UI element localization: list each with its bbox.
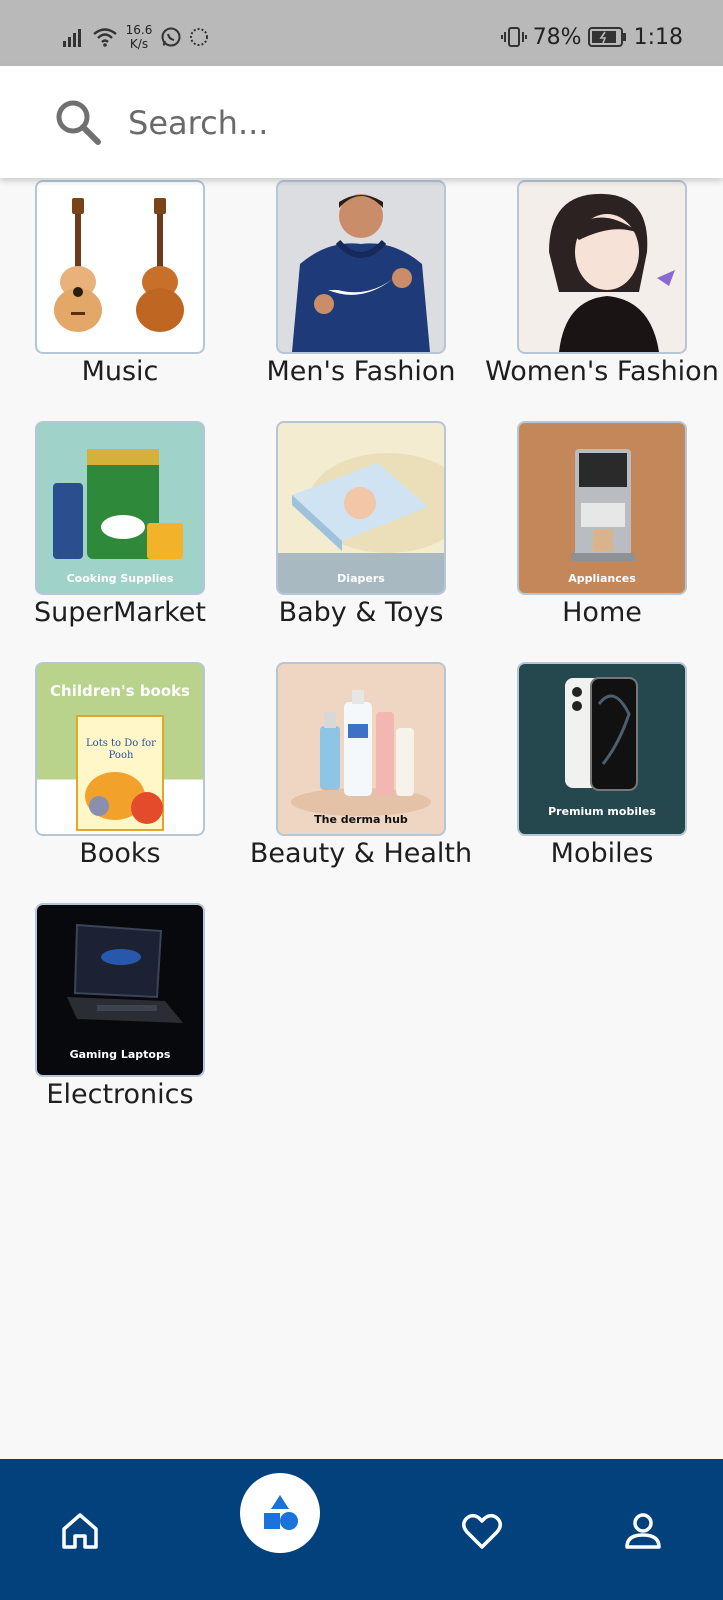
thumb-caption: Gaming Laptops (69, 1048, 171, 1061)
thumb-caption: The derma hub (314, 813, 408, 826)
signal-icon (63, 29, 81, 47)
whatsapp-icon (161, 27, 181, 47)
diapers-image: Diapers (276, 421, 446, 595)
category-mobiles[interactable]: Premium mobiles Mobiles (482, 660, 722, 880)
category-supermarket[interactable]: Cooking Supplies SuperMarket (0, 419, 240, 639)
search-bar (0, 66, 723, 178)
thumb-caption: Cooking Supplies (66, 572, 174, 585)
thumb-caption: Diapers (337, 572, 385, 585)
thumb-caption: Appliances (568, 572, 636, 585)
category-label: Baby & Toys (278, 597, 444, 628)
nav-favorites[interactable] (452, 1501, 512, 1561)
nav-profile[interactable] (613, 1501, 673, 1561)
girl-illustration-image (517, 180, 687, 354)
status-right: 78% 1:18 (500, 22, 683, 52)
home-icon (62, 1513, 98, 1549)
coffee-machine-image: Appliances (517, 421, 687, 595)
loading-dots-icon (190, 28, 208, 46)
category-electronics[interactable]: Gaming Laptops Electronics (0, 901, 240, 1121)
cosmetics-image: The derma hub (276, 662, 446, 836)
category-label: Men's Fashion (266, 356, 456, 387)
category-beauty-health[interactable]: The derma hub Beauty & Health (241, 660, 481, 880)
net-speed-value: 16.6 (125, 23, 153, 37)
profile-icon (625, 1513, 661, 1549)
categories-icon (264, 1495, 298, 1530)
nav-categories[interactable] (240, 1473, 320, 1553)
battery-icon (587, 27, 626, 47)
category-home[interactable]: Appliances Home (482, 419, 722, 639)
battery-percent: 78% (532, 24, 582, 50)
phone-image: Premium mobiles (517, 662, 687, 836)
nav-home[interactable] (50, 1501, 110, 1561)
thumb-caption: Premium mobiles (548, 805, 656, 818)
category-label: Mobiles (550, 838, 654, 869)
status-bar: 16.6 K/s 78% 1:18 (0, 0, 723, 66)
category-womens-fashion[interactable]: Women's Fashion (482, 178, 722, 398)
vibrate-icon (500, 27, 527, 47)
book-title: Lots to Do for Pooh (86, 738, 156, 761)
category-baby-toys[interactable]: Diapers Baby & Toys (241, 419, 481, 639)
category-label: Women's Fashion (485, 356, 719, 387)
category-books[interactable]: Children's books Lots to Do for Pooh Boo… (0, 660, 240, 880)
category-label: Beauty & Health (249, 838, 473, 869)
category-mens-fashion[interactable]: Men's Fashion (241, 178, 481, 398)
net-speed: 16.6 K/s (124, 23, 154, 51)
search-icon[interactable] (52, 96, 104, 148)
category-label: Books (79, 838, 161, 869)
clock: 1:18 (633, 24, 683, 50)
net-speed-unit: K/s (129, 37, 149, 51)
category-label: Electronics (46, 1079, 194, 1110)
category-label: SuperMarket (34, 597, 206, 628)
guitars-image (35, 180, 205, 354)
groceries-image: Cooking Supplies (35, 421, 205, 595)
book-image: Children's books Lots to Do for Pooh (35, 662, 205, 836)
wifi-icon (93, 28, 117, 47)
category-label: Home (562, 597, 642, 628)
hoodie-model-image (276, 180, 446, 354)
heart-icon (462, 1514, 502, 1549)
category-label: Music (81, 356, 159, 387)
search-input[interactable] (126, 94, 690, 152)
category-music[interactable]: Music (0, 178, 240, 398)
status-left: 16.6 K/s (62, 22, 210, 52)
laptop-image: Gaming Laptops (35, 903, 205, 1077)
bottom-nav (0, 1459, 723, 1600)
